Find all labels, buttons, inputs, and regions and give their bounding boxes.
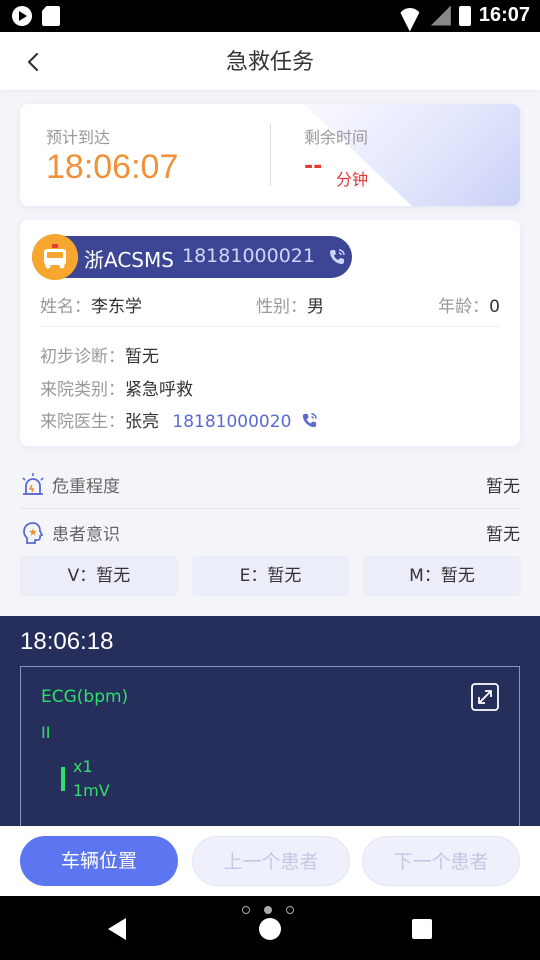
wifi-icon xyxy=(397,6,423,26)
patient-gender-row: 性别：男 xyxy=(256,292,324,317)
eta-label: 预计到达 xyxy=(46,128,111,147)
category-value: 紧急呼救 xyxy=(125,380,193,400)
diagnosis-label: 初步诊断： xyxy=(40,347,125,367)
ecg-lead: II xyxy=(41,723,51,742)
page-dot-active xyxy=(264,906,272,914)
ecg-gain: x1 xyxy=(73,757,93,776)
vehicle-phone[interactable]: 18181000021 xyxy=(182,245,315,267)
gcs-e-chip[interactable]: E：暂无 xyxy=(192,556,349,596)
divider xyxy=(40,326,500,327)
patient-gender: 男 xyxy=(307,297,324,317)
ecg-monitor: ECG(bpm) II x1 1mV xyxy=(20,666,520,826)
remaining-label: 剩余时间 xyxy=(304,128,369,147)
page-indicator xyxy=(242,906,294,914)
patient-age: 0 xyxy=(489,297,500,317)
consciousness-label: 患者意识 xyxy=(52,525,120,545)
patient-name-row: 姓名：李东学 xyxy=(40,292,142,317)
doctor-label: 来院医生： xyxy=(40,412,125,432)
gcs-v-chip[interactable]: V：暂无 xyxy=(20,556,178,596)
status-bar: 16:07 xyxy=(0,0,540,32)
divider xyxy=(270,124,271,186)
doctor-row: 来院医生：张亮 18181000020 xyxy=(40,407,318,432)
category-label: 来院类别： xyxy=(40,380,125,400)
ecg-scale: 1mV xyxy=(73,781,110,800)
severity-value: 暂无 xyxy=(486,477,520,497)
ecg-label: ECG(bpm) xyxy=(41,687,129,707)
page-dot xyxy=(242,906,250,914)
status-time: 16:07 xyxy=(478,4,530,26)
page-dot xyxy=(286,906,294,914)
action-bar: 车辆位置 上一个患者 下一个患者 xyxy=(0,826,540,896)
expand-icon[interactable] xyxy=(471,683,499,711)
remaining-value: -- xyxy=(304,154,323,179)
consciousness-icon xyxy=(23,522,44,544)
nav-header: 急救任务 xyxy=(0,32,540,90)
eta-time: 18:06:07 xyxy=(46,148,179,186)
arrival-card: 预计到达 18:06:07 剩余时间 -- 分钟 xyxy=(20,104,520,206)
system-back-icon[interactable] xyxy=(108,918,126,940)
battery-icon xyxy=(458,5,471,26)
ecg-calibration-bar xyxy=(61,767,65,791)
vehicle-location-button[interactable]: 车辆位置 xyxy=(20,836,178,886)
patient-age-row: 年龄：0 xyxy=(438,292,500,317)
next-patient-button[interactable]: 下一个患者 xyxy=(362,836,520,886)
page-title: 急救任务 xyxy=(225,50,314,75)
phone-call-icon[interactable] xyxy=(328,248,346,266)
diagnosis-row: 初步诊断：暂无 xyxy=(40,342,159,367)
system-recents-icon[interactable] xyxy=(412,919,432,939)
ecg-panel: 18:06:18 ECG(bpm) II x1 1mV xyxy=(0,616,540,826)
prev-patient-button[interactable]: 上一个患者 xyxy=(192,836,350,886)
system-nav-bar xyxy=(0,896,540,960)
consciousness-row[interactable]: 患者意识 暂无 xyxy=(20,514,520,554)
signal-icon xyxy=(430,5,451,26)
patient-name: 李东学 xyxy=(91,297,142,317)
vehicle-plate: 浙ACSMS xyxy=(84,248,174,272)
severity-label: 危重程度 xyxy=(52,477,120,497)
ecg-timestamp: 18:06:18 xyxy=(20,628,114,655)
ambulance-icon xyxy=(32,234,78,280)
remaining-unit: 分钟 xyxy=(336,170,369,189)
play-notification-icon xyxy=(12,6,32,26)
gender-label: 性别： xyxy=(256,297,307,317)
sim-card-icon xyxy=(42,6,60,26)
patient-card: 浙ACSMS 18181000021 姓名：李东学 性别：男 年龄：0 初步诊断… xyxy=(20,220,520,446)
age-label: 年龄： xyxy=(438,297,490,317)
phone-call-icon[interactable] xyxy=(301,412,318,429)
name-label: 姓名： xyxy=(40,297,91,317)
category-row: 来院类别：紧急呼救 xyxy=(40,375,193,400)
alarm-light-icon xyxy=(22,473,44,495)
vehicle-plate-badge[interactable]: 浙ACSMS 18181000021 xyxy=(32,234,352,280)
divider xyxy=(20,508,520,509)
system-home-icon[interactable] xyxy=(259,918,281,940)
consciousness-value: 暂无 xyxy=(486,525,520,545)
diagnosis-value: 暂无 xyxy=(125,347,159,367)
card-decoration xyxy=(304,104,520,206)
doctor-name: 张亮 xyxy=(125,412,159,432)
gcs-m-chip[interactable]: M：暂无 xyxy=(363,556,521,596)
doctor-phone[interactable]: 18181000020 xyxy=(172,412,291,432)
severity-row[interactable]: 危重程度 暂无 xyxy=(20,466,520,506)
